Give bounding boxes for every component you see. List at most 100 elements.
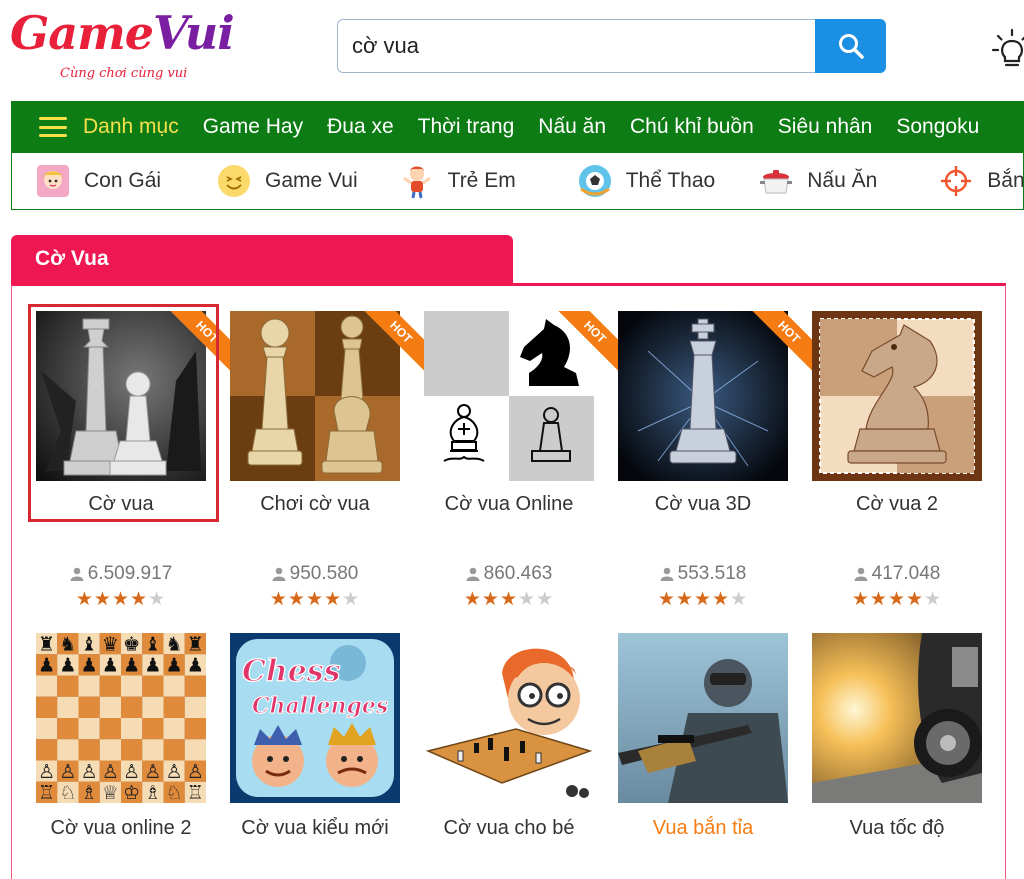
rating-stars: ★★★★★ xyxy=(800,588,994,611)
hot-badge: HOT xyxy=(364,311,424,371)
section-title: Cờ Vua xyxy=(11,235,513,283)
chess-piece-glyph: ♕ xyxy=(102,781,119,803)
chess-piece-glyph: ♟ xyxy=(59,654,76,677)
search-icon xyxy=(838,34,864,59)
chess-piece-glyph: ♞ xyxy=(166,633,183,655)
game-title: Vua tốc độ xyxy=(849,817,945,839)
chess-piece-glyph: ♖ xyxy=(187,781,204,803)
game-stats: 950.580 ★★★★★ xyxy=(218,563,412,611)
user-icon xyxy=(466,567,480,581)
chess-piece-glyph: ♙ xyxy=(38,760,55,783)
chess-piece-glyph: ♟ xyxy=(123,654,140,677)
category-ban[interactable]: Bắn xyxy=(937,162,1023,200)
chess-piece-glyph: ♟ xyxy=(187,654,204,677)
star-icon: ★ xyxy=(536,589,555,610)
chess-piece-glyph: ♗ xyxy=(144,781,161,803)
menu-category-toggle[interactable]: Danh mục xyxy=(11,115,191,139)
category-nau-an[interactable]: Nấu Ăn xyxy=(757,162,877,200)
chess-piece-glyph: ♔ xyxy=(123,781,140,803)
game-title: Cờ vua online 2 xyxy=(50,817,192,839)
game-thumbnail: Chess Challenges xyxy=(230,633,400,803)
star-icon: ★ xyxy=(712,589,731,610)
crosshair-icon xyxy=(937,162,975,200)
game-thumbnail: ♜ ♞ ♝ ♛ ♚ ♝ ♞ ♜ ♟ ♟ ♟ ♟ ♟ ♟ ♟ ♟ ♙ ♙ ♙ ♙ ♙ ♙ ♙ ♙ ♖ ♘ ♗ ♕ ♔ ♗ ♘ ♖ xyxy=(36,633,206,803)
game-title: Chơi cờ vua xyxy=(260,493,370,515)
smiley-icon xyxy=(215,162,253,200)
star-icon: ★ xyxy=(869,589,888,610)
hot-badge: HOT xyxy=(752,311,812,371)
category-label: Thể Thao xyxy=(625,169,716,192)
category-bar: Con Gái Game Vui Trẻ Em Thể Thao Nấu Ăn … xyxy=(11,153,1024,210)
chess-piece-glyph: ♙ xyxy=(102,760,119,783)
star-icon: ★ xyxy=(693,589,713,610)
star-icon: ★ xyxy=(324,589,343,610)
chess-piece-glyph: ♙ xyxy=(59,760,76,783)
chess-piece-glyph: ♛ xyxy=(102,633,119,655)
play-count: 417.048 xyxy=(800,563,994,585)
category-label: Nấu Ăn xyxy=(807,169,878,192)
star-icon: ★ xyxy=(657,589,676,610)
star-icon: ★ xyxy=(675,589,694,610)
play-count: 860.463 xyxy=(412,563,606,585)
menu-item-game-hay[interactable]: Game Hay xyxy=(191,115,315,139)
menu-item-dua-xe[interactable]: Đua xe xyxy=(315,115,406,139)
lightbulb-icon[interactable] xyxy=(990,26,1024,70)
chess-piece-glyph: ♗ xyxy=(81,781,98,803)
play-count: 950.580 xyxy=(218,563,412,585)
menu-item-chu-khi-buon[interactable]: Chú khỉ buồn xyxy=(618,115,766,139)
chess-piece-glyph: ♟ xyxy=(144,654,161,677)
logo-tagline: Cùng chơi cùng vui xyxy=(60,66,188,81)
rating-stars: ★★★★★ xyxy=(606,588,800,611)
game-title: Cờ vua kiểu mới xyxy=(241,817,389,839)
chess-piece-glyph: ♘ xyxy=(59,781,76,803)
main-menu: Danh mục Game Hay Đua xe Thời trang Nấu … xyxy=(11,101,1024,153)
game-stats: 6.509.917 ★★★★★ xyxy=(24,563,218,611)
chess-piece-glyph: ♚ xyxy=(123,633,140,655)
category-label: Trẻ Em xyxy=(447,169,516,192)
chess-piece-glyph: ♜ xyxy=(38,633,55,655)
category-tre-em[interactable]: Trẻ Em xyxy=(398,162,516,200)
chess-piece-glyph: ♙ xyxy=(81,760,98,783)
star-icon: ★ xyxy=(148,589,167,610)
star-icon: ★ xyxy=(481,589,500,610)
chess-piece-glyph: ♙ xyxy=(187,760,204,783)
category-label: Game Vui xyxy=(265,169,358,192)
search-input[interactable] xyxy=(337,19,816,73)
star-icon: ★ xyxy=(730,589,749,610)
site-logo[interactable]: GameVui Cùng chơi cùng vui xyxy=(10,6,235,86)
menu-category-label: Danh mục xyxy=(83,115,179,138)
play-count: 553.518 xyxy=(606,563,800,585)
menu-item-thoi-trang[interactable]: Thời trang xyxy=(406,115,527,139)
menu-item-songoku[interactable]: Songoku xyxy=(884,115,991,139)
hot-badge: HOT xyxy=(558,311,618,371)
game-title: Cờ vua xyxy=(88,493,154,515)
rating-stars: ★★★★★ xyxy=(218,588,412,611)
search-button[interactable] xyxy=(815,19,886,73)
category-con-gai[interactable]: Con Gái xyxy=(34,162,161,200)
star-icon: ★ xyxy=(342,589,361,610)
star-icon: ★ xyxy=(111,589,131,610)
search-bar xyxy=(337,19,886,73)
star-icon: ★ xyxy=(75,589,94,610)
rating-stars: ★★★★★ xyxy=(24,588,218,611)
menu-item-nau-an[interactable]: Nấu ăn xyxy=(526,115,618,139)
category-the-thao[interactable]: Thể Thao xyxy=(576,162,716,200)
user-icon xyxy=(272,567,286,581)
star-icon: ★ xyxy=(851,589,870,610)
game-thumbnail xyxy=(812,311,982,481)
girl-icon xyxy=(34,162,72,200)
game-title: Cờ vua 3D xyxy=(654,493,752,515)
thumb-title-chess: Chess xyxy=(242,654,341,689)
star-icon: ★ xyxy=(887,589,907,610)
game-title: Cờ vua 2 xyxy=(855,493,939,515)
chess-piece-glyph: ♝ xyxy=(81,633,98,655)
star-icon: ★ xyxy=(305,589,325,610)
chess-piece-glyph: ♟ xyxy=(38,654,55,677)
chess-piece-glyph: ♖ xyxy=(38,781,55,803)
star-icon: ★ xyxy=(518,589,537,610)
category-label: Con Gái xyxy=(84,169,162,192)
category-game-vui[interactable]: Game Vui xyxy=(215,162,358,200)
menu-item-sieu-nhan[interactable]: Siêu nhân xyxy=(766,115,885,139)
logo-text: GameVui xyxy=(10,6,235,60)
chess-piece-glyph: ♙ xyxy=(166,760,183,783)
